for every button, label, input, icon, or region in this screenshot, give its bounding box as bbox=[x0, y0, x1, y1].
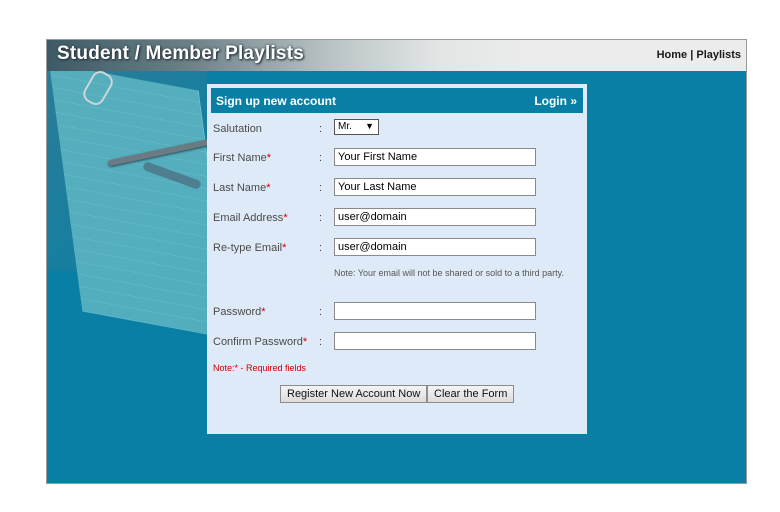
last-name-label-text: Last Name bbox=[213, 182, 267, 194]
colon: : bbox=[319, 306, 323, 318]
retype-email-label: Re-type Email* bbox=[213, 242, 286, 254]
password-input[interactable] bbox=[334, 302, 536, 320]
nav-home-link[interactable]: Home bbox=[657, 49, 688, 61]
required-asterisk: * bbox=[302, 336, 308, 348]
panel-title: Sign up new account bbox=[216, 94, 337, 108]
salutation-value: Mr. bbox=[338, 121, 352, 132]
colon: : bbox=[319, 212, 323, 224]
login-link[interactable]: Login » bbox=[534, 94, 577, 108]
signup-panel: Sign up new account Login » Salutation :… bbox=[207, 84, 587, 434]
notepad-image bbox=[49, 71, 217, 340]
retype-email-label-text: Re-type Email bbox=[213, 242, 283, 254]
double-chevron-right-icon: » bbox=[570, 94, 577, 108]
required-fields-note: Note:* - Required fields bbox=[213, 363, 307, 373]
last-name-input[interactable] bbox=[334, 178, 536, 196]
colon: : bbox=[319, 182, 323, 194]
colon: : bbox=[319, 336, 323, 348]
page-frame: Student / Member Playlists Home | Playli… bbox=[46, 39, 747, 484]
panel-header: Sign up new account Login » bbox=[211, 88, 583, 113]
top-nav: Home | Playlists bbox=[657, 49, 741, 61]
last-name-label: Last Name* bbox=[213, 182, 270, 194]
required-asterisk: * bbox=[261, 306, 266, 318]
email-label: Email Address* bbox=[213, 212, 288, 224]
colon: : bbox=[319, 242, 323, 254]
confirm-password-input[interactable] bbox=[334, 332, 536, 350]
required-asterisk: * bbox=[266, 152, 272, 164]
retype-email-input[interactable] bbox=[334, 238, 536, 256]
site-header: Student / Member Playlists Home | Playli… bbox=[47, 40, 746, 71]
first-name-input[interactable] bbox=[334, 148, 536, 166]
decorative-art bbox=[47, 71, 217, 483]
colon: : bbox=[319, 152, 323, 164]
colon: : bbox=[319, 123, 323, 135]
required-asterisk: * bbox=[282, 242, 287, 254]
site-title: Student / Member Playlists bbox=[57, 43, 304, 64]
required-asterisk: * bbox=[266, 182, 271, 194]
nav-playlists-link[interactable]: Playlists bbox=[696, 49, 741, 61]
email-label-text: Email Address bbox=[213, 212, 284, 224]
first-name-label: First Name* bbox=[213, 152, 271, 164]
salutation-label: Salutation bbox=[213, 123, 262, 135]
password-label: Password* bbox=[213, 306, 266, 318]
email-privacy-note: Note: Your email will not be shared or s… bbox=[334, 268, 564, 278]
email-input[interactable] bbox=[334, 208, 536, 226]
password-label-text: Password bbox=[213, 306, 262, 318]
register-button[interactable]: Register New Account Now bbox=[280, 385, 428, 403]
nav-separator: | bbox=[690, 49, 694, 61]
confirm-password-label-text: Confirm Password bbox=[213, 336, 303, 348]
confirm-password-label: Confirm Password* bbox=[213, 336, 307, 348]
salutation-select[interactable]: Mr. ▼ bbox=[334, 119, 379, 135]
login-label: Login bbox=[534, 94, 567, 108]
clear-form-button[interactable]: Clear the Form bbox=[427, 385, 515, 403]
first-name-label-text: First Name bbox=[213, 152, 267, 164]
dropdown-arrow-icon: ▼ bbox=[365, 121, 374, 131]
required-asterisk: * bbox=[283, 212, 288, 224]
